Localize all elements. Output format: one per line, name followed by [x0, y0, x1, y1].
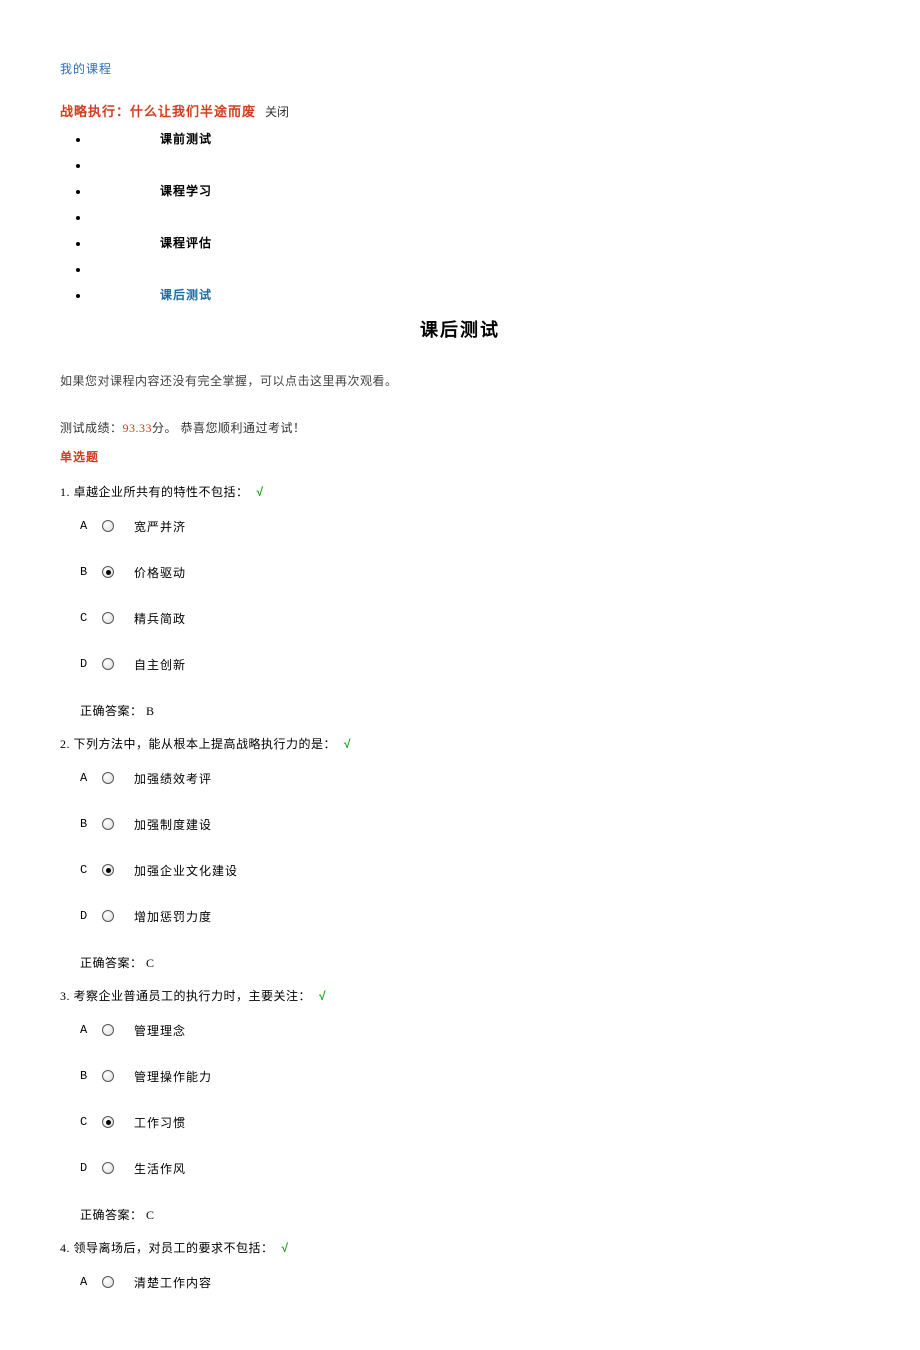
option-letter: B — [80, 1069, 96, 1083]
option-text: 宽严并济 — [134, 518, 186, 535]
question: 1. 卓越企业所共有的特性不包括： √ A 宽严并济 B 价格驱动 C 精兵简政 D 自主创新正确… — [60, 483, 860, 719]
option-row[interactable]: D 生活作风 — [60, 1160, 860, 1176]
option-letter: D — [80, 1161, 96, 1175]
radio-icon[interactable] — [102, 818, 114, 830]
radio-icon[interactable] — [102, 910, 114, 922]
section-label: 单选题 — [60, 448, 860, 465]
radio-icon[interactable] — [102, 864, 114, 876]
option-text: 价格驱动 — [134, 564, 186, 581]
option-letter: A — [80, 1275, 96, 1289]
option-row[interactable]: B 加强制度建设 — [60, 816, 860, 832]
course-title: 战略执行：什么让我们半途而废 — [60, 104, 256, 119]
nav-item-blank — [90, 152, 860, 178]
radio-icon[interactable] — [102, 1024, 114, 1036]
option-letter: C — [80, 611, 96, 625]
check-icon: √ — [282, 1241, 289, 1255]
page-title: 课后测试 — [60, 316, 860, 342]
option-letter: A — [80, 1023, 96, 1037]
radio-icon[interactable] — [102, 658, 114, 670]
option-letter: D — [80, 909, 96, 923]
check-icon: √ — [319, 989, 326, 1003]
close-link[interactable]: 关闭 — [265, 105, 289, 119]
option-letter: C — [80, 1115, 96, 1129]
course-nav: 课前测试 课程学习 课程评估 课后测试 — [70, 126, 860, 308]
score-msg: 恭喜您顺利通过考试！ — [177, 421, 306, 435]
nav-item-label: 课程评估 — [160, 236, 212, 250]
radio-icon[interactable] — [102, 566, 114, 578]
option-row[interactable]: C 加强企业文化建设 — [60, 862, 860, 878]
option-row[interactable]: D 自主创新 — [60, 656, 860, 672]
radio-icon[interactable] — [102, 1162, 114, 1174]
option-letter: B — [80, 817, 96, 831]
option-text: 增加惩罚力度 — [134, 908, 212, 925]
option-text: 加强企业文化建设 — [134, 862, 238, 879]
nav-item[interactable]: 课程评估 — [90, 230, 860, 256]
question: 4. 领导离场后，对员工的要求不包括： √ A 清楚工作内容 — [60, 1239, 860, 1290]
radio-icon[interactable] — [102, 1276, 114, 1288]
question-text: 2. 下列方法中，能从根本上提高战略执行力的是： — [60, 737, 336, 751]
radio-icon[interactable] — [102, 520, 114, 532]
nav-item-blank — [90, 204, 860, 230]
question-title: 3. 考察企业普通员工的执行力时，主要关注： √ — [60, 987, 860, 1004]
nav-item-label: 课前测试 — [160, 132, 212, 146]
radio-icon[interactable] — [102, 612, 114, 624]
nav-item-label: 课程学习 — [160, 184, 212, 198]
option-text: 生活作风 — [134, 1160, 186, 1177]
option-text: 管理理念 — [134, 1022, 186, 1039]
option-letter: C — [80, 863, 96, 877]
option-text: 管理操作能力 — [134, 1068, 212, 1085]
question: 2. 下列方法中，能从根本上提高战略执行力的是： √ A 加强绩效考评 B 加强制度建设 C… — [60, 735, 860, 971]
question-text: 1. 卓越企业所共有的特性不包括： — [60, 485, 249, 499]
option-row[interactable]: C 精兵简政 — [60, 610, 860, 626]
score-prefix: 测试成绩： — [60, 421, 123, 435]
option-row[interactable]: C 工作习惯 — [60, 1114, 860, 1130]
question-text: 3. 考察企业普通员工的执行力时，主要关注： — [60, 989, 311, 1003]
nav-item-label: 课后测试 — [160, 288, 212, 302]
option-text: 自主创新 — [134, 656, 186, 673]
question-title: 2. 下列方法中，能从根本上提高战略执行力的是： √ — [60, 735, 860, 752]
option-text: 清楚工作内容 — [134, 1274, 212, 1291]
option-text: 加强制度建设 — [134, 816, 212, 833]
option-letter: D — [80, 657, 96, 671]
check-icon: √ — [344, 737, 351, 751]
question-title: 4. 领导离场后，对员工的要求不包括： √ — [60, 1239, 860, 1256]
nav-item-blank — [90, 256, 860, 282]
question-title: 1. 卓越企业所共有的特性不包括： √ — [60, 483, 860, 500]
option-row[interactable]: B 管理操作能力 — [60, 1068, 860, 1084]
option-row[interactable]: A 管理理念 — [60, 1022, 860, 1038]
nav-item[interactable]: 课后测试 — [90, 282, 860, 308]
option-letter: A — [80, 771, 96, 785]
nav-item[interactable]: 课程学习 — [90, 178, 860, 204]
option-letter: A — [80, 519, 96, 533]
rewatch-hint[interactable]: 如果您对课程内容还没有完全掌握，可以点击这里再次观看。 — [60, 372, 860, 389]
option-row[interactable]: B 价格驱动 — [60, 564, 860, 580]
option-letter: B — [80, 565, 96, 579]
radio-icon[interactable] — [102, 1070, 114, 1082]
correct-answer: 正确答案： C — [60, 1206, 860, 1223]
option-text: 加强绩效考评 — [134, 770, 212, 787]
score-unit: 分。 — [152, 421, 177, 435]
option-row[interactable]: A 宽严并济 — [60, 518, 860, 534]
correct-answer: 正确答案： C — [60, 954, 860, 971]
course-title-line: 战略执行：什么让我们半途而废 关闭 — [60, 101, 860, 120]
option-text: 精兵简政 — [134, 610, 186, 627]
score-line: 测试成绩：93.33分。 恭喜您顺利通过考试！ — [60, 419, 860, 436]
question: 3. 考察企业普通员工的执行力时，主要关注： √ A 管理理念 B 管理操作能力 C 工作习惯… — [60, 987, 860, 1223]
option-row[interactable]: A 清楚工作内容 — [60, 1274, 860, 1290]
nav-item[interactable]: 课前测试 — [90, 126, 860, 152]
score-value: 93.33 — [123, 421, 153, 435]
radio-icon[interactable] — [102, 1116, 114, 1128]
breadcrumb[interactable]: 我的课程 — [60, 60, 860, 77]
correct-answer: 正确答案： B — [60, 702, 860, 719]
option-row[interactable]: D 增加惩罚力度 — [60, 908, 860, 924]
radio-icon[interactable] — [102, 772, 114, 784]
question-text: 4. 领导离场后，对员工的要求不包括： — [60, 1241, 274, 1255]
option-row[interactable]: A 加强绩效考评 — [60, 770, 860, 786]
check-icon: √ — [257, 485, 264, 499]
option-text: 工作习惯 — [134, 1114, 186, 1131]
